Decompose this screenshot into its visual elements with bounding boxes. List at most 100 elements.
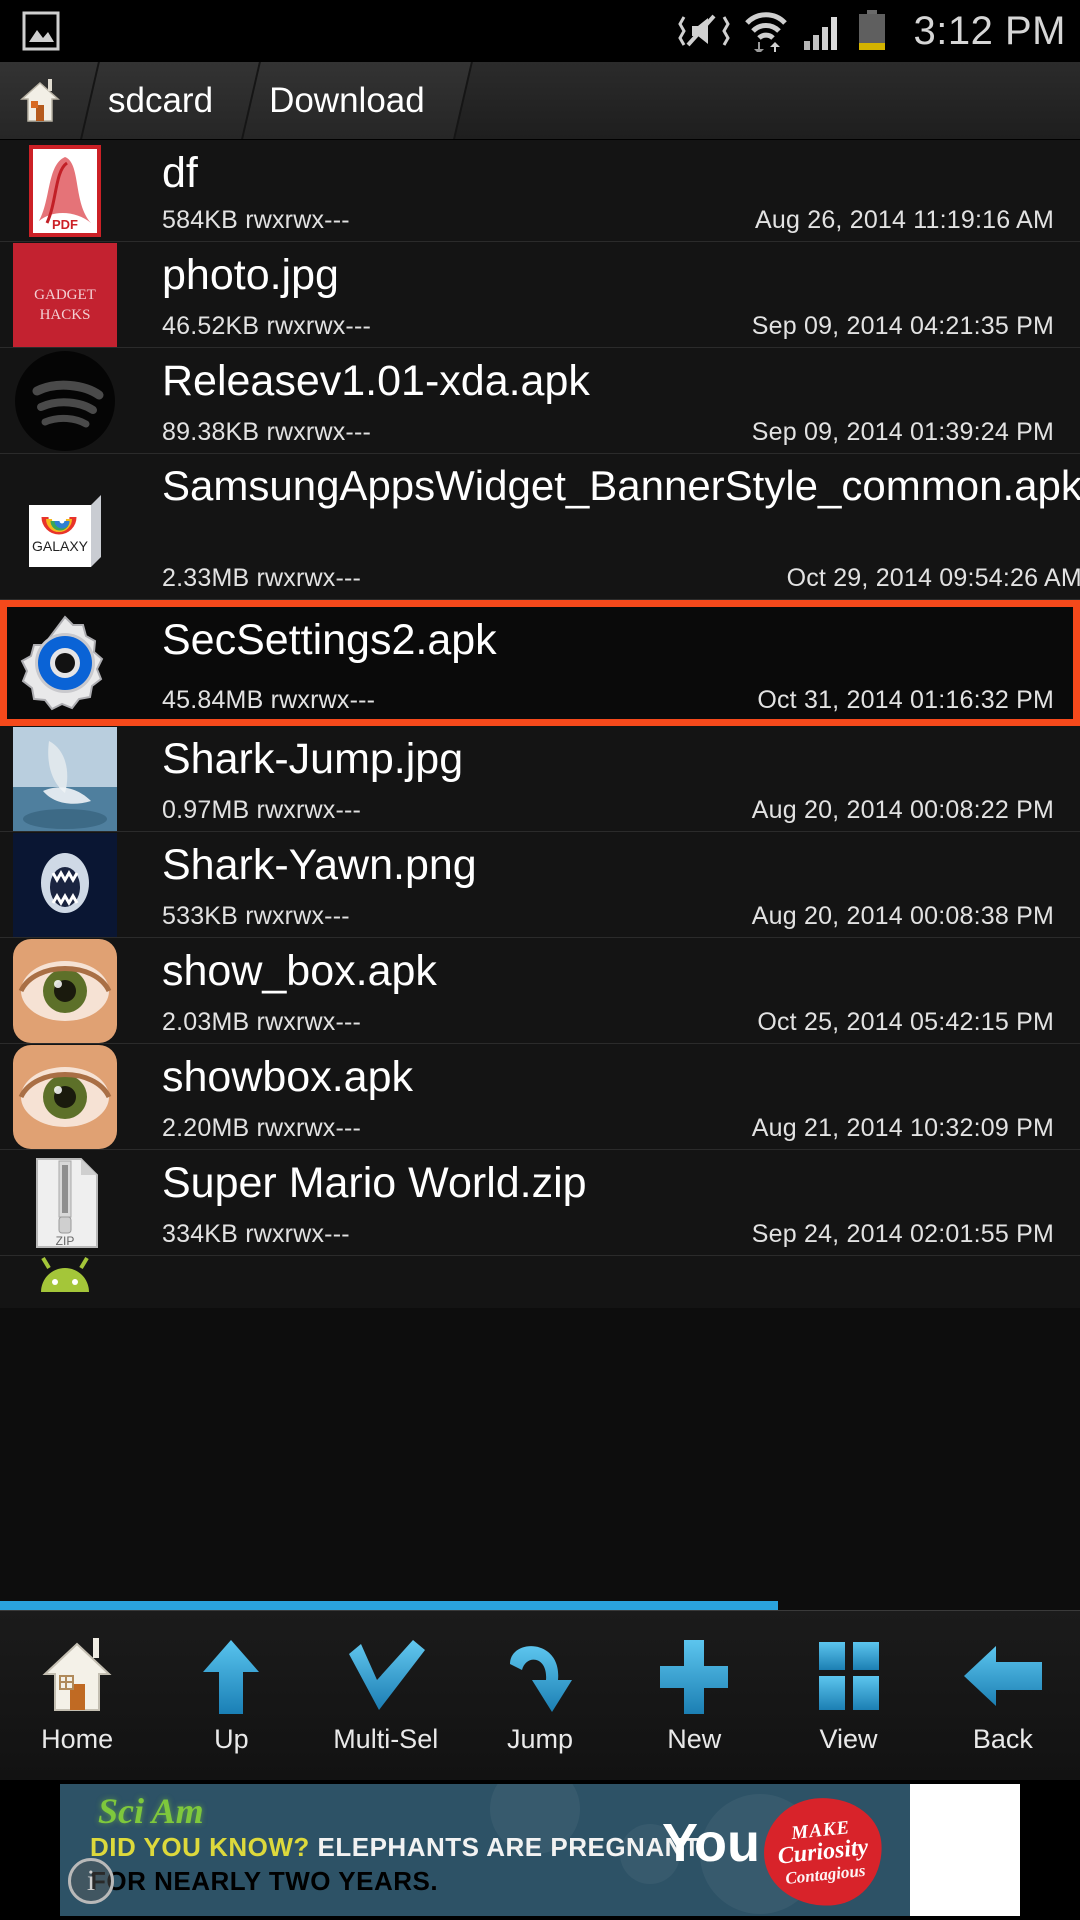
ad-headline-highlight: DID YOU KNOW? [90,1832,310,1862]
breadcrumb: sdcard Download [0,62,1080,140]
file-list[interactable]: PDF df 584KB rwxrwx--- Aug 26, 2014 11:1… [0,140,1080,1610]
mute-vibrate-icon [677,14,730,47]
status-bar-indicators: 3:12 PM [677,8,1066,54]
arrow-left-icon [963,1646,1042,1706]
status-bar-notifications [22,10,60,52]
file-meta: 2.03MB rwxrwx--- Oct 25, 2014 05:42:15 P… [162,1008,1054,1037]
table-row[interactable]: Shark-Yawn.png 533KB rwxrwx--- Aug 20, 2… [0,832,1080,938]
file-meta: 334KB rwxrwx--- Sep 24, 2014 02:01:55 PM [162,1220,1054,1249]
file-info-cell: Shark-Jump.jpg 0.97MB rwxrwx--- Aug 20, … [130,726,1080,831]
file-info-cell: showbox.apk 2.20MB rwxrwx--- Aug 21, 201… [130,1044,1080,1149]
table-row[interactable]: GADGET HACKS photo.jpg 46.52KB rwxrwx---… [0,242,1080,348]
toolbar-label: Back [972,1724,1033,1754]
svg-text:HACKS: HACKS [40,307,91,323]
status-bar-clock: 3:12 PM [913,8,1066,53]
file-icon-cell [0,1256,130,1308]
breadcrumb-item-download[interactable]: Download [239,62,451,139]
toolbar-button-view[interactable]: View [771,1611,925,1780]
image-notification-icon [22,11,60,51]
file-size-perms: 2.03MB rwxrwx--- [162,1008,362,1036]
file-date: Oct 29, 2014 09:54:26 AM [786,564,1080,592]
file-name: showbox.apk [162,1053,413,1101]
wifi-icon [744,12,787,52]
file-info-cell [130,1256,1080,1308]
toolbar-button-jump[interactable]: Jump [463,1611,617,1780]
file-info-cell: show_box.apk 2.03MB rwxrwx--- Oct 25, 20… [130,938,1080,1043]
breadcrumb-item-sdcard[interactable]: sdcard [78,62,240,139]
curved-arrow-down-icon [509,1646,572,1712]
table-row-partial[interactable] [0,1256,1080,1308]
table-row[interactable]: ZIP Super Mario World.zip 334KB rwxrwx--… [0,1150,1080,1256]
file-size-perms: 89.38KB rwxrwx--- [162,418,371,446]
toolbar-button-back[interactable]: Back [926,1611,1080,1780]
file-icon-cell: GALAXY [0,454,130,599]
table-row[interactable]: showbox.apk 2.20MB rwxrwx--- Aug 21, 201… [0,1044,1080,1150]
gadget-hacks-thumbnail-icon: GADGET HACKS [13,242,117,347]
breadcrumb-home[interactable] [0,62,78,139]
file-date: Aug 21, 2014 10:32:09 PM [751,1114,1054,1142]
file-size-perms: 45.84MB rwxrwx--- [162,686,376,714]
file-name: Releasev1.01-xda.apk [162,357,590,405]
file-manager-app: 3:12 PM sdcard Download PDF df 584KB rwx… [0,0,1080,1920]
table-row[interactable]: Shark-Jump.jpg 0.97MB rwxrwx--- Aug 20, … [0,726,1080,832]
home-icon [42,1638,112,1711]
breadcrumb-label: sdcard [108,80,214,120]
showbox-eye-icon [13,938,117,1043]
table-row[interactable]: GALAXY SamsungAppsWidget_BannerStyle_com… [0,454,1080,600]
bottom-toolbar: Home Up Multi-Sel Jump New View Back [0,1610,1080,1780]
grid-view-icon [818,1642,879,1710]
ad-info-icon[interactable]: i [68,1858,114,1904]
file-name: Shark-Yawn.png [162,841,477,889]
table-row[interactable]: PDF df 584KB rwxrwx--- Aug 26, 2014 11:1… [0,140,1080,242]
file-icon-cell [0,607,130,719]
file-info-cell: SecSettings2.apk 45.84MB rwxrwx--- Oct 3… [130,607,1080,719]
horizontal-scrollbar[interactable] [0,1601,1080,1610]
file-icon-cell: ZIP [0,1150,130,1255]
file-name: SamsungAppsWidget_BannerStyle_common.apk [162,462,1080,509]
arrow-up-icon [203,1640,260,1714]
ad-headline-line2: FOR NEARLY TWO YEARS. [90,1866,439,1896]
file-size-perms: 2.33MB rwxrwx--- [162,564,362,592]
plus-icon [660,1640,729,1714]
toolbar-button-new[interactable]: New [617,1611,771,1780]
table-row[interactable]: Releasev1.01-xda.apk 89.38KB rwxrwx--- S… [0,348,1080,454]
file-icon-cell [0,938,130,1043]
table-row[interactable]: show_box.apk 2.03MB rwxrwx--- Oct 25, 20… [0,938,1080,1044]
file-name: df [162,149,198,197]
toolbar-button-home[interactable]: Home [0,1611,154,1780]
file-info-cell: Super Mario World.zip 334KB rwxrwx--- Se… [130,1150,1080,1255]
ad-headline-rest: ELEPHANTS ARE PREGNANT [309,1832,701,1862]
ad-white-panel [910,1784,1020,1916]
file-name: show_box.apk [162,947,437,995]
file-meta: 2.33MB rwxrwx--- Oct 29, 2014 09:54:26 A… [162,564,1080,593]
file-date: Oct 25, 2014 05:42:15 PM [757,1008,1054,1036]
file-name: Super Mario World.zip [162,1159,587,1207]
file-size-perms: 0.97MB rwxrwx--- [162,796,362,824]
ad-body: Sci Am DID YOU KNOW? ELEPHANTS ARE PREGN… [60,1784,910,1916]
file-info-cell: photo.jpg 46.52KB rwxrwx--- Sep 09, 2014… [130,242,1080,347]
file-info-cell: Shark-Yawn.png 533KB rwxrwx--- Aug 20, 2… [130,832,1080,937]
file-name: SecSettings2.apk [162,616,497,664]
ad-content[interactable]: Sci Am DID YOU KNOW? ELEPHANTS ARE PREGN… [60,1784,1020,1916]
file-meta: 45.84MB rwxrwx--- Oct 31, 2014 01:16:32 … [162,686,1054,715]
file-icon-cell [0,1044,130,1149]
file-meta: 2.20MB rwxrwx--- Aug 21, 2014 10:32:09 P… [162,1114,1054,1143]
table-row-selected[interactable]: SecSettings2.apk 45.84MB rwxrwx--- Oct 3… [0,600,1080,726]
toolbar-button-up[interactable]: Up [154,1611,308,1780]
file-date: Oct 31, 2014 01:16:32 PM [757,686,1054,714]
file-size-perms: 334KB rwxrwx--- [162,1220,350,1248]
breadcrumb-empty-area [450,62,1080,139]
toolbar-button-multi-sel[interactable]: Multi-Sel [309,1611,463,1780]
file-meta: 46.52KB rwxrwx--- Sep 09, 2014 04:21:35 … [162,312,1054,341]
file-size-perms: 46.52KB rwxrwx--- [162,312,371,340]
ad-banner[interactable]: Sci Am DID YOU KNOW? ELEPHANTS ARE PREGN… [0,1780,1080,1920]
galaxy-apps-box-icon: GALAXY [29,494,101,567]
file-date: Aug 20, 2014 00:08:22 PM [751,796,1054,824]
signal-icon [803,17,837,50]
file-icon-cell [0,348,130,453]
toolbar-label: Home [41,1724,114,1754]
file-name [130,1256,1054,1308]
svg-text:GADGET: GADGET [34,287,96,303]
home-icon [20,78,60,122]
file-meta: 0.97MB rwxrwx--- Aug 20, 2014 00:08:22 P… [162,796,1054,825]
